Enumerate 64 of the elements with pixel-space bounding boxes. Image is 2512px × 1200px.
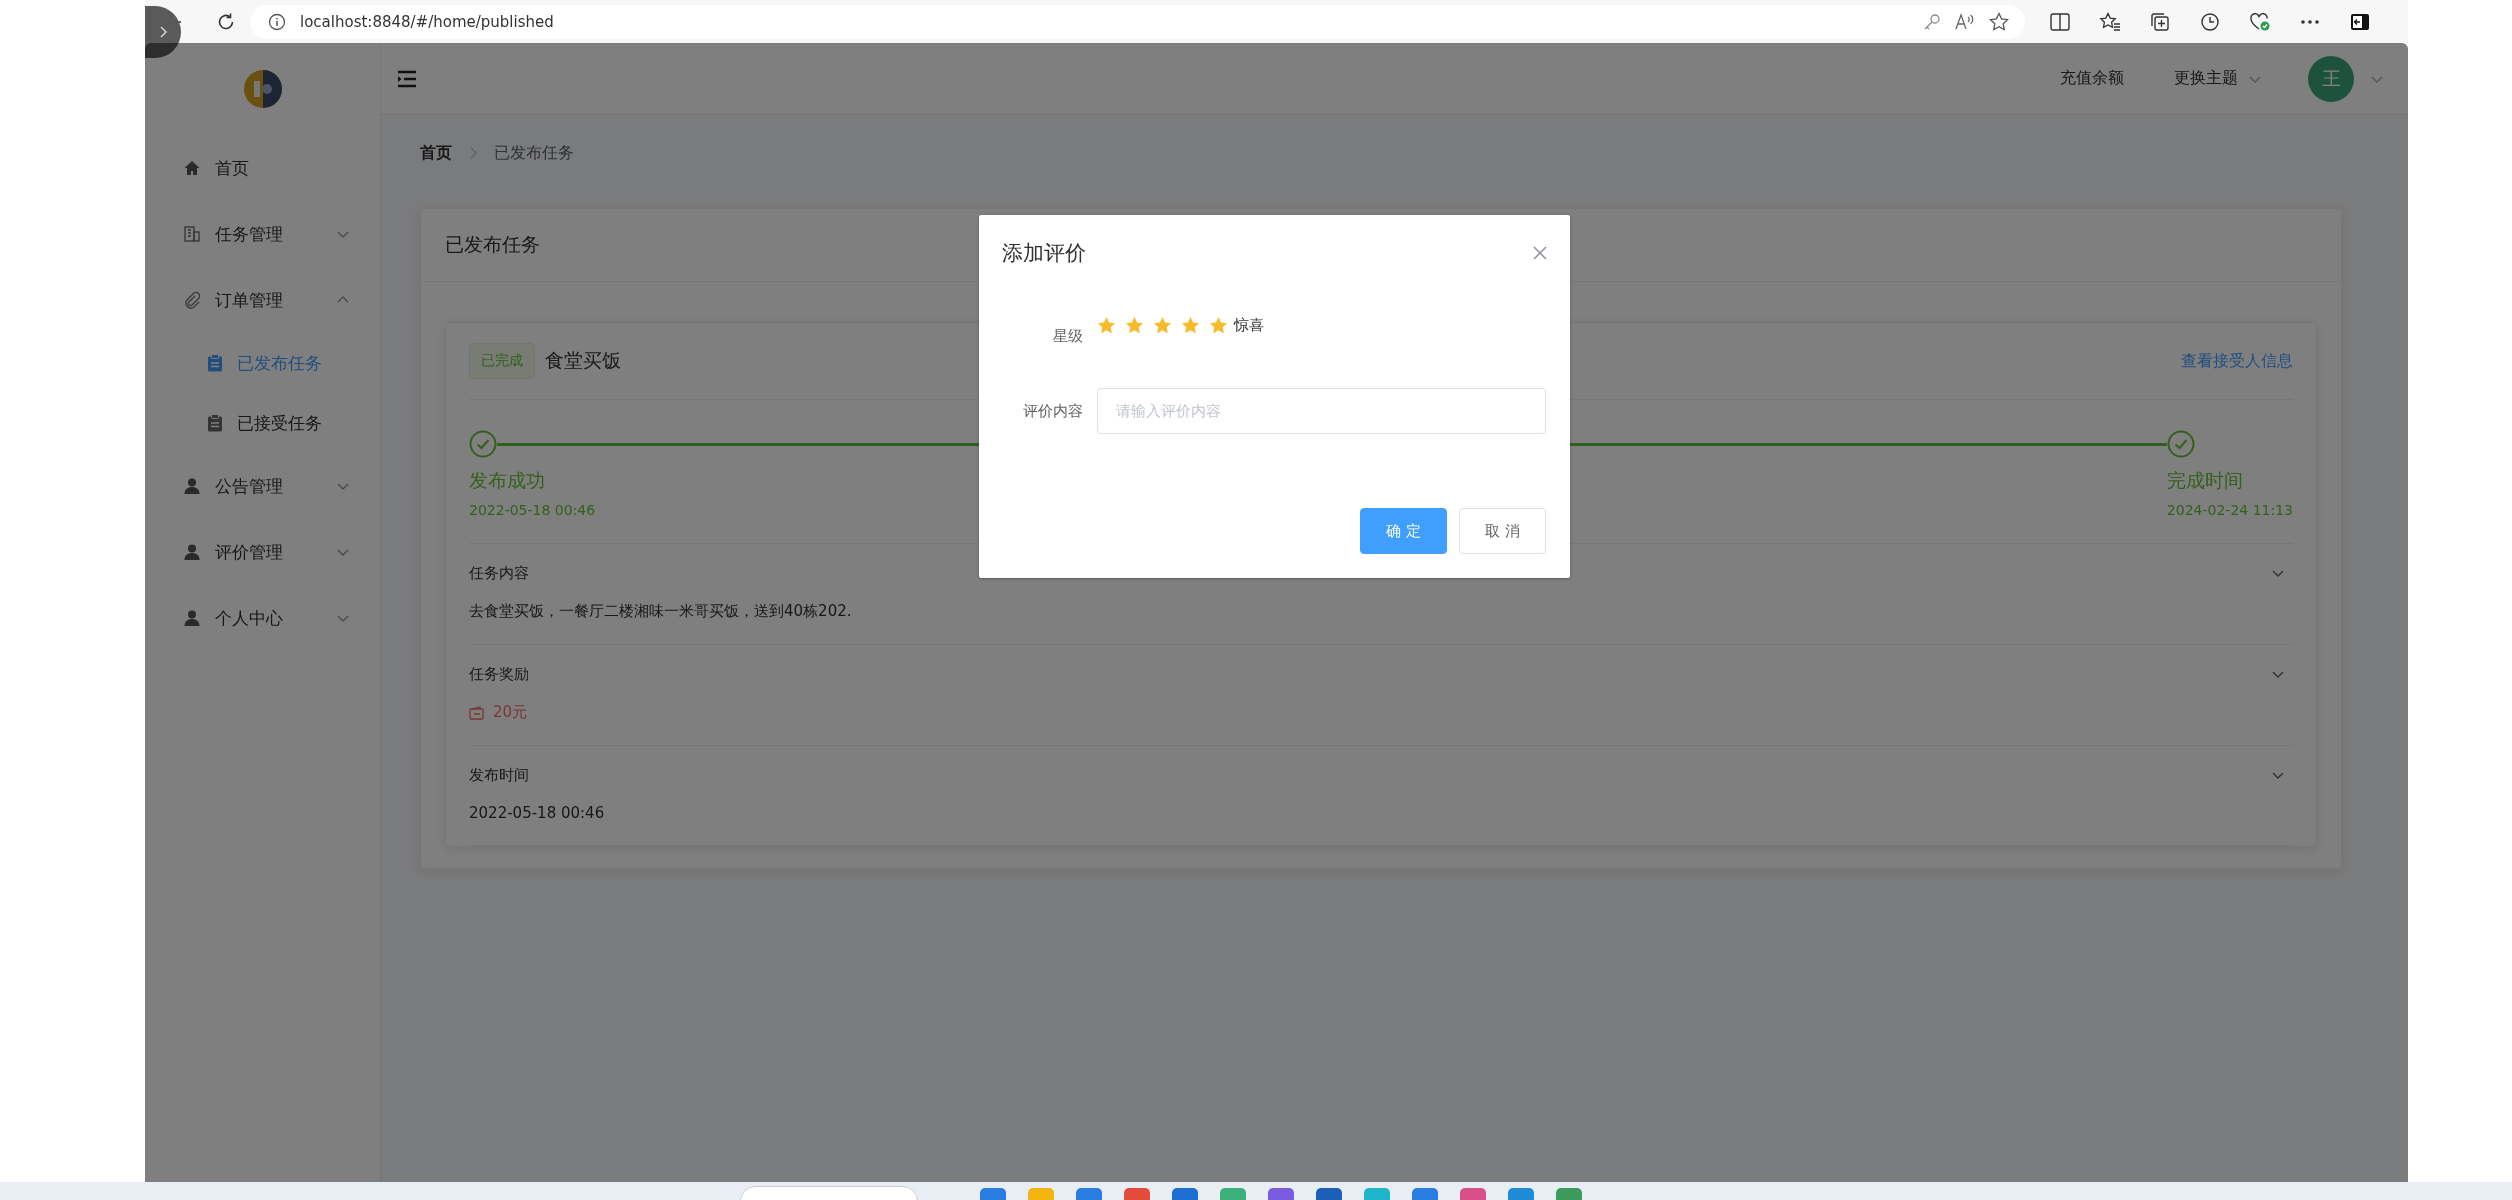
step-title: 发布成功 bbox=[469, 468, 546, 493]
collapse-header[interactable]: 任务奖励 bbox=[469, 645, 2293, 703]
step-time: 2022-05-18 00:46 bbox=[469, 502, 597, 518]
person-icon bbox=[183, 477, 201, 495]
heart-check-icon[interactable] bbox=[2249, 11, 2271, 32]
close-button[interactable] bbox=[1532, 244, 1548, 261]
field-label: 评价内容 bbox=[1022, 401, 1083, 422]
menu-item[interactable]: 评价管理 bbox=[145, 519, 380, 585]
refresh-icon[interactable] bbox=[216, 11, 236, 32]
theme-dropdown[interactable]: 更换主题 bbox=[2174, 68, 2262, 89]
key-icon[interactable] bbox=[1923, 12, 1941, 31]
coupon-icon bbox=[469, 705, 485, 720]
star-icon[interactable] bbox=[1097, 315, 1116, 335]
star-icon[interactable] bbox=[1181, 315, 1200, 335]
field-label: 星级 bbox=[1052, 326, 1083, 347]
confirm-button[interactable]: 确 定 bbox=[1360, 508, 1447, 554]
address-bar[interactable]: localhost:8848/#/home/published bbox=[250, 4, 2025, 39]
read-aloud-icon[interactable] bbox=[1955, 12, 1975, 31]
collapse-header[interactable]: 发布时间 bbox=[469, 746, 2293, 804]
menu-icon[interactable] bbox=[397, 69, 417, 88]
star-icon[interactable] bbox=[1209, 315, 1228, 335]
sidebar-toggle-button[interactable] bbox=[145, 6, 181, 58]
star-icon[interactable] bbox=[1125, 315, 1144, 335]
person-icon bbox=[183, 609, 201, 627]
breadcrumb-item[interactable]: 首页 bbox=[420, 142, 452, 164]
reward-amount: 20元 bbox=[493, 703, 528, 722]
home-icon bbox=[183, 159, 201, 177]
menu-item[interactable]: 公告管理 bbox=[145, 453, 380, 519]
section-text: 2022-05-18 00:46 bbox=[469, 804, 605, 822]
clipboard-icon bbox=[207, 414, 223, 432]
person-icon bbox=[183, 543, 201, 561]
menu-item[interactable]: 首页 bbox=[145, 135, 380, 201]
cancel-button[interactable]: 取 消 bbox=[1459, 508, 1546, 554]
split-screen-icon[interactable] bbox=[2050, 12, 2070, 31]
paperclip-icon bbox=[183, 291, 201, 309]
comment-field[interactable]: 请输入评价内容 bbox=[1097, 388, 1546, 434]
status-tag: 已完成 bbox=[469, 343, 535, 379]
submenu-item[interactable]: 已接受任务 bbox=[145, 393, 380, 453]
star-icon[interactable] bbox=[1153, 315, 1172, 335]
task-title: 食堂买饭 bbox=[545, 348, 622, 373]
url-text: localhost:8848/#/home/published bbox=[300, 12, 555, 31]
menu-item[interactable]: 任务管理 bbox=[145, 201, 380, 267]
building-icon bbox=[183, 225, 201, 243]
sidebar-icon[interactable] bbox=[2350, 12, 2370, 31]
close-icon bbox=[1532, 244, 1548, 261]
star-rating[interactable]: 惊喜 bbox=[1097, 313, 1264, 337]
card-title: 已发布任务 bbox=[445, 232, 540, 257]
logo-icon bbox=[242, 69, 283, 109]
rating-text: 惊喜 bbox=[1234, 315, 1264, 335]
dialog-title: 添加评价 bbox=[1002, 239, 1086, 267]
more-icon[interactable] bbox=[2300, 18, 2320, 25]
collections-icon[interactable] bbox=[2150, 11, 2170, 32]
section-text: 去食堂买饭，一餐厅二楼湘味一米哥买饭，送到40栋202. bbox=[469, 602, 852, 620]
breadcrumb-item: 已发布任务 bbox=[494, 142, 574, 164]
favorites-icon[interactable] bbox=[2099, 11, 2121, 32]
step-time: 2024-02-24 11:13 bbox=[2166, 502, 2293, 518]
star-outline-icon[interactable] bbox=[1989, 11, 2009, 32]
recharge-link[interactable]: 充值余额 bbox=[2060, 68, 2124, 89]
step-title: 完成时间 bbox=[2166, 468, 2244, 493]
menu-item[interactable]: 订单管理 bbox=[145, 267, 380, 333]
info-icon bbox=[268, 12, 286, 31]
history-icon[interactable] bbox=[2200, 11, 2220, 32]
menu-item[interactable]: 个人中心 bbox=[145, 585, 380, 651]
clipboard-icon bbox=[207, 354, 223, 372]
